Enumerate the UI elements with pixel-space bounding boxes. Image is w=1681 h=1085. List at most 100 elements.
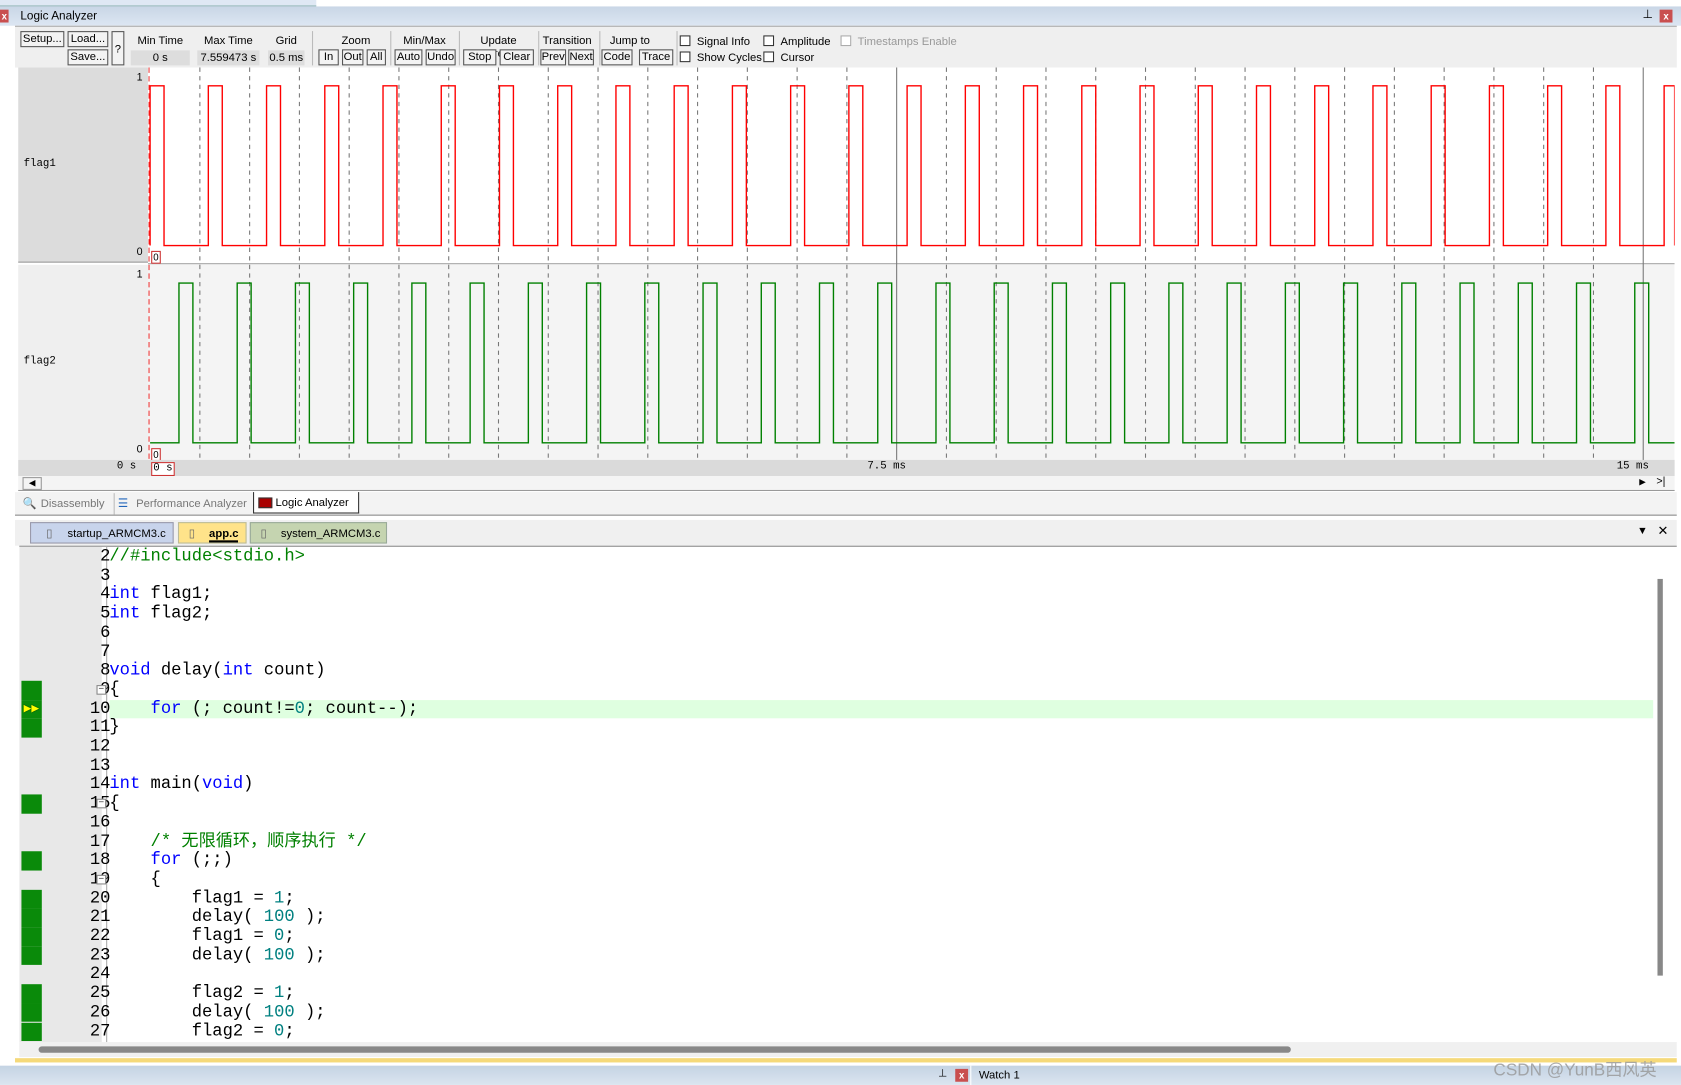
undo-button[interactable]: Undo xyxy=(425,49,456,66)
tab-performance-analyzer[interactable]: ☰ Performance Analyzer xyxy=(113,493,247,515)
code-line[interactable]: 19− { xyxy=(19,870,1653,889)
cursor-checkbox[interactable] xyxy=(763,51,775,63)
time-mid-label: 7.5 ms xyxy=(867,461,906,473)
jump-code-button[interactable]: Code xyxy=(601,49,633,66)
fold-toggle-icon[interactable]: − xyxy=(96,798,107,809)
code-token: int xyxy=(109,584,141,605)
clear-button[interactable]: Clear xyxy=(499,49,534,66)
code-line[interactable]: 23 delay( 100 ); xyxy=(19,945,1653,965)
code-line[interactable]: 12 xyxy=(19,737,1653,757)
pin-icon[interactable]: ⊥ xyxy=(1642,8,1652,22)
code-text: for (; count!=0; count--); xyxy=(109,699,419,719)
code-line[interactable]: 17 /* 无限循环，顺序执行 */ xyxy=(19,832,1653,851)
signal-label-flag2[interactable]: flag2 1 0 xyxy=(18,264,148,460)
save-button[interactable]: Save... xyxy=(67,49,109,66)
scroll-right-icon[interactable]: ▶ xyxy=(1639,477,1654,490)
setup-button[interactable]: Setup... xyxy=(20,31,65,48)
code-text: int main(void) xyxy=(109,775,253,795)
code-line[interactable]: 15−{ xyxy=(19,794,1653,814)
code-text: flag2 = 0; xyxy=(109,1021,295,1041)
help-button[interactable]: ? xyxy=(111,31,125,66)
line-number: 24 xyxy=(89,964,111,984)
file-tab-system[interactable]: ▯ system_ARMCM3.c xyxy=(249,522,388,544)
jump-trace-button[interactable]: Trace xyxy=(638,49,674,66)
tab-logic-analyzer[interactable]: Logic Analyzer xyxy=(253,492,360,514)
next-button[interactable]: Next xyxy=(568,49,594,66)
code-line[interactable]: ▶▶ 10 for (; count!=0; count--); xyxy=(19,699,1654,719)
code-token: delay( xyxy=(150,660,223,680)
tab-label: system_ARMCM3.c xyxy=(280,527,381,541)
signal-info-checkbox[interactable] xyxy=(679,35,691,47)
tab-disassembly[interactable]: 🔍 Disassembly xyxy=(19,493,105,514)
code-token: count) xyxy=(253,660,326,680)
code-line[interactable]: 7 xyxy=(19,642,1653,662)
line-number: 17 xyxy=(89,831,111,851)
scroll-thumb[interactable] xyxy=(38,1046,1291,1053)
code-editor[interactable]: 2//#include<stdio.h> 3 4 int flag1; 5 int fla… xyxy=(19,545,1677,1043)
code-line[interactable]: 3 xyxy=(19,566,1653,586)
code-line[interactable]: 26 delay( 100 ); xyxy=(19,1002,1653,1022)
close-file-icon[interactable]: ✕ xyxy=(1657,523,1668,538)
signal-info-label: Signal Info xyxy=(696,35,751,49)
close-watch-icon[interactable]: x xyxy=(955,1068,969,1082)
code-line[interactable]: 24 xyxy=(19,965,1653,984)
prev-button[interactable]: Prev xyxy=(540,49,567,66)
code-text: delay( 100 ); xyxy=(109,1002,326,1022)
vertical-scrollbar[interactable] xyxy=(1657,578,1663,976)
close-button[interactable]: x xyxy=(1659,9,1673,23)
code-horizontal-scrollbar[interactable] xyxy=(19,1042,1677,1058)
code-line[interactable]: 22 flag1 = 0; xyxy=(19,926,1653,946)
code-line[interactable]: 14 int main(void) xyxy=(19,775,1653,795)
code-line[interactable]: 2//#include<stdio.h> xyxy=(19,547,1653,567)
code-line[interactable]: 18 for (;;) xyxy=(19,851,1653,870)
signal-label-flag1[interactable]: flag1 1 0 xyxy=(18,67,148,263)
file-tab-app[interactable]: ▯ app.c xyxy=(177,522,247,544)
watermark: CSDN @YunB西风英 xyxy=(1493,1061,1657,1080)
zoom-all-button[interactable]: All xyxy=(366,49,386,66)
pin-icon[interactable]: ⊥ xyxy=(938,1068,947,1080)
waveform-plot[interactable] xyxy=(147,67,1675,462)
code-line[interactable]: 9−{ xyxy=(19,680,1653,700)
min-time-value: 0 s xyxy=(130,50,190,66)
tab-list-dropdown-icon[interactable]: ▼ xyxy=(1637,525,1648,537)
signal-name: flag2 xyxy=(23,355,56,368)
code-line[interactable]: 25 flag2 = 1; xyxy=(19,983,1653,1003)
amplitude-checkbox[interactable] xyxy=(763,35,775,47)
file-icon: ▯ xyxy=(188,527,195,541)
stop-button[interactable]: Stop xyxy=(463,49,497,66)
show-cycles-checkbox[interactable] xyxy=(679,51,691,63)
left-close-icon[interactable]: x xyxy=(0,9,9,23)
code-line[interactable]: 27 flag2 = 0; xyxy=(19,1021,1653,1041)
fold-toggle-icon[interactable]: − xyxy=(96,874,107,885)
grid-label: Grid xyxy=(275,34,297,48)
auto-button[interactable]: Auto xyxy=(394,49,423,66)
file-tab-startup[interactable]: ▯ startup_ARMCM3.c xyxy=(30,522,174,544)
code-line[interactable]: 11} xyxy=(19,718,1653,738)
code-line[interactable]: 5 int flag2; xyxy=(19,604,1653,624)
code-line[interactable]: 20 flag1 = 1; xyxy=(19,888,1653,908)
code-token: 0 xyxy=(274,1021,285,1041)
code-line[interactable]: 4 int flag1; xyxy=(19,584,1653,605)
scroll-end-icon[interactable]: >| xyxy=(1656,476,1665,488)
zoom-in-button[interactable]: In xyxy=(318,49,339,66)
code-line[interactable]: 6 xyxy=(19,623,1653,643)
zoom-out-button[interactable]: Out xyxy=(341,49,364,66)
window-title: Logic Analyzer xyxy=(20,9,98,23)
cursor-time-label: 0 s xyxy=(151,462,175,477)
fold-toggle-icon[interactable]: − xyxy=(96,684,107,695)
code-line[interactable]: 8 void delay(int count) xyxy=(19,660,1653,681)
code-token: flag2 = xyxy=(109,1021,275,1041)
code-line[interactable]: 13 xyxy=(19,756,1653,776)
code-text: flag1 = 1; xyxy=(109,888,295,908)
load-button[interactable]: Load... xyxy=(67,31,109,48)
code-token: 100 xyxy=(263,907,295,927)
line-number: 23 xyxy=(89,945,111,965)
code-line[interactable]: 21 delay( 100 ); xyxy=(19,907,1653,927)
scroll-left-icon[interactable]: ◀ xyxy=(22,477,42,490)
code-line[interactable]: 16 xyxy=(19,813,1653,833)
watch-tab[interactable]: Watch 1 xyxy=(979,1069,1020,1082)
code-text: { xyxy=(109,794,119,814)
grid-value: 0.5 ms xyxy=(268,50,305,66)
horizontal-scrollbar[interactable]: ◀ ▶ >| xyxy=(18,476,1675,492)
timestamps-label: Timestamps Enable xyxy=(857,35,957,49)
